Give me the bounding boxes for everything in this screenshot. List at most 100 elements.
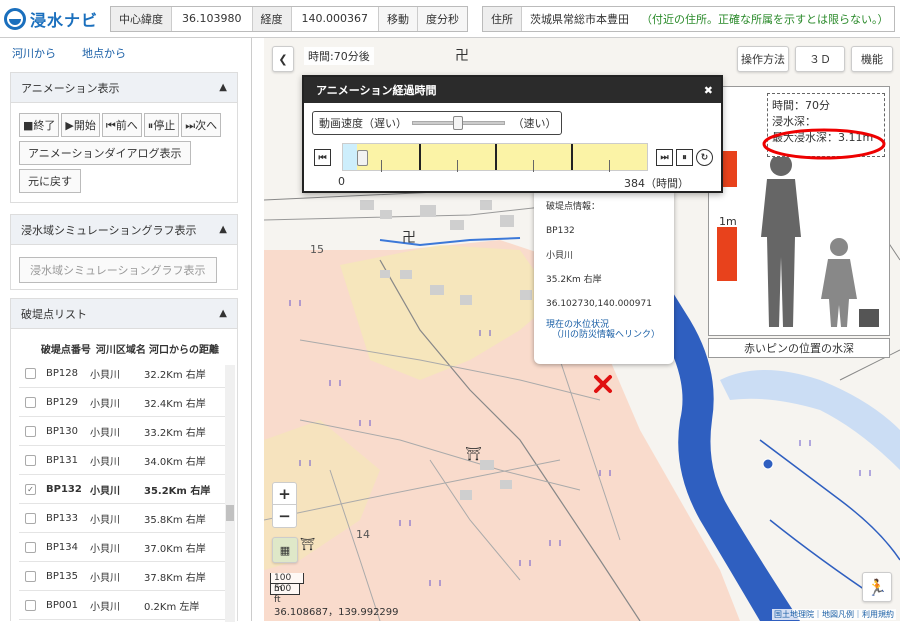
graph-row: 浸水域シミュレーショングラフ表示 xyxy=(11,245,237,283)
svg-text:卍: 卍 xyxy=(402,230,416,246)
table-row[interactable]: BP130 小貝川 33.2Km 右岸 xyxy=(19,417,225,446)
lat-input[interactable]: 36.103980 xyxy=(172,6,253,31)
scale-ft: 500 ft xyxy=(270,584,300,605)
move-button[interactable]: 移動 xyxy=(378,6,418,31)
coordinate-box: 中心緯度 36.103980 経度 140.000367 移動 度分秒 xyxy=(110,5,468,32)
skip-start-icon[interactable]: ⏮ xyxy=(314,149,331,166)
end-button[interactable]: ■終了 xyxy=(19,113,60,137)
prev-button[interactable]: ⏮前へ xyxy=(101,113,142,137)
row-checkbox[interactable] xyxy=(25,512,36,524)
back-row: 元に戻す xyxy=(11,165,237,193)
back-button[interactable]: 元に戻す xyxy=(19,169,81,193)
replay-icon[interactable]: ↻ xyxy=(696,149,713,166)
tab-from-river[interactable]: 河川から xyxy=(12,45,56,61)
show-dialog-button[interactable]: アニメーションダイアログ表示 xyxy=(19,141,191,165)
table-row[interactable]: BP001 小貝川 0.2Km 左岸 xyxy=(19,591,225,620)
speed-slider[interactable] xyxy=(411,116,505,130)
table-row[interactable]: ✓ BP132 小貝川 35.2Km 右岸 xyxy=(19,475,225,504)
skip-end-icon[interactable]: ⏭ xyxy=(656,149,673,166)
start-button[interactable]: ▶開始 xyxy=(61,113,100,137)
breach-list-header: 破堤点番号 河川区域名 河口からの距離 xyxy=(19,337,225,359)
chevron-up-icon[interactable]: ▲ xyxy=(219,224,227,235)
zoom-in-button[interactable]: + xyxy=(273,483,296,505)
speed-slider-thumb[interactable] xyxy=(452,116,463,130)
list-scrollbar[interactable] xyxy=(225,365,235,622)
row-checkbox[interactable] xyxy=(25,367,36,379)
row-id: BP131 xyxy=(46,454,78,466)
attribution[interactable]: 国土地理院｜地図凡例｜利用規約 xyxy=(772,609,896,620)
row-river: 小貝川 xyxy=(90,572,120,584)
col-river: 河川区域名 xyxy=(95,344,146,356)
table-row[interactable]: BP131 小貝川 34.0Km 右岸 xyxy=(19,446,225,475)
row-id: BP133 xyxy=(46,512,78,524)
pedestrian-icon[interactable]: 🏃 xyxy=(862,572,892,602)
timeline-end-label: 384（時間） xyxy=(624,177,689,190)
top-bar: 浸水ナビ 中心緯度 36.103980 経度 140.000367 移動 度分秒… xyxy=(0,0,900,38)
table-row[interactable]: BP135 小貝川 37.8Km 右岸 xyxy=(19,562,225,591)
dms-button[interactable]: 度分秒 xyxy=(417,6,467,31)
tab-from-point[interactable]: 地点から xyxy=(82,45,126,61)
address-box: 住所 茨城県常総市本豊田 （付近の住所。正確な所属を示すとは限らない。） xyxy=(481,5,896,32)
chevron-up-icon[interactable]: ▲ xyxy=(219,308,227,319)
graph-panel-header[interactable]: 浸水域シミュレーショングラフ表示 ▲ xyxy=(11,215,237,245)
address-note: （付近の住所。正確な所属を示すとは限らない。） xyxy=(640,12,889,26)
row-river: 小貝川 xyxy=(90,456,120,468)
address-label: 住所 xyxy=(482,6,522,31)
popup-dist: 35.2Km 右岸 xyxy=(546,275,602,286)
row-checkbox[interactable] xyxy=(25,541,36,553)
graph-button[interactable]: 浸水域シミュレーショングラフ表示 xyxy=(19,257,217,283)
collapse-sidebar-button[interactable]: ❮ xyxy=(272,46,294,72)
3d-button[interactable]: ３Ｄ xyxy=(795,46,845,72)
popup-river: 小貝川 xyxy=(546,250,574,261)
layer-thumbnail-button[interactable]: ▦ xyxy=(272,537,298,563)
lon-label: 経度 xyxy=(252,6,292,31)
scroll-thumb[interactable] xyxy=(226,505,234,521)
howto-button[interactable]: 操作方法 xyxy=(737,46,789,72)
breach-panel-header[interactable]: 破堤点リスト ▲ xyxy=(11,299,237,329)
table-row[interactable]: BP128 小貝川 32.2Km 右岸 xyxy=(19,359,225,388)
row-checkbox[interactable] xyxy=(25,570,36,582)
dialog-row: アニメーションダイアログ表示 xyxy=(11,137,237,165)
row-river: 小貝川 xyxy=(90,601,120,613)
row-id: BP128 xyxy=(46,367,78,379)
contour-label-14: 14 xyxy=(356,528,370,541)
timeline-slider[interactable] xyxy=(342,143,648,172)
row-dist: 35.2Km 右岸 xyxy=(144,485,211,497)
table-row[interactable]: BP133 小貝川 35.8Km 右岸 xyxy=(19,504,225,533)
table-row[interactable]: BP134 小貝川 37.0Km 右岸 xyxy=(19,533,225,562)
next-button[interactable]: ⏭次へ xyxy=(181,113,222,137)
pause-icon[interactable]: ⏸ xyxy=(676,149,693,166)
table-row[interactable]: BP129 小貝川 32.4Km 右岸 xyxy=(19,388,225,417)
water-level-link-sub[interactable]: （川の防災情報へリンク） xyxy=(552,330,660,340)
lon-input[interactable]: 140.000367 xyxy=(291,6,379,31)
graph-panel: 浸水域シミュレーショングラフ表示 ▲ 浸水域シミュレーショングラフ表示 xyxy=(10,214,238,290)
graph-panel-title: 浸水域シミュレーショングラフ表示 xyxy=(21,223,197,237)
sidebar: 河川から 地点から アニメーション表示 ▲ ■終了 ▶開始 ⏮前へ ⏸停止 ⏭次… xyxy=(0,38,252,622)
app-logo[interactable]: 浸水ナビ xyxy=(0,7,108,31)
breach-rows: BP128 小貝川 32.2Km 右岸 BP129 小貝川 32.4Km 右岸 BP130 小… xyxy=(19,359,225,620)
water-drop-icon xyxy=(4,7,26,30)
zoom-out-button[interactable]: − xyxy=(273,505,296,527)
row-checkbox[interactable] xyxy=(25,454,36,466)
row-checkbox[interactable] xyxy=(25,425,36,437)
row-checkbox[interactable] xyxy=(25,396,36,408)
function-button[interactable]: 機能 xyxy=(851,46,893,72)
sidebar-tabs: 河川から 地点から xyxy=(0,38,251,68)
timeline-tick xyxy=(419,144,421,170)
chevron-up-icon[interactable]: ▲ xyxy=(219,82,227,93)
row-river: 小貝川 xyxy=(90,485,120,497)
row-checkbox[interactable] xyxy=(25,599,36,611)
row-id: BP134 xyxy=(46,541,78,553)
depth-panel: 1m 時間：70分 浸水深： 最大浸水深：3.11m xyxy=(708,86,890,336)
row-dist: 32.4Km 右岸 xyxy=(144,398,206,410)
timeline-tick xyxy=(495,144,497,170)
timeline-thumb[interactable] xyxy=(356,150,368,166)
zoom-control: + − xyxy=(272,482,297,528)
row-checkbox[interactable]: ✓ xyxy=(25,483,36,495)
speed-control: 動画速度（遅い） （速い） xyxy=(312,111,562,135)
stop-button[interactable]: ⏸停止 xyxy=(143,113,180,137)
row-river: 小貝川 xyxy=(90,369,120,381)
animation-panel-header[interactable]: アニメーション表示 ▲ xyxy=(11,73,237,103)
water-level-link[interactable]: 現在の水位状況 xyxy=(546,320,609,330)
close-icon[interactable]: ✖ xyxy=(704,84,713,97)
